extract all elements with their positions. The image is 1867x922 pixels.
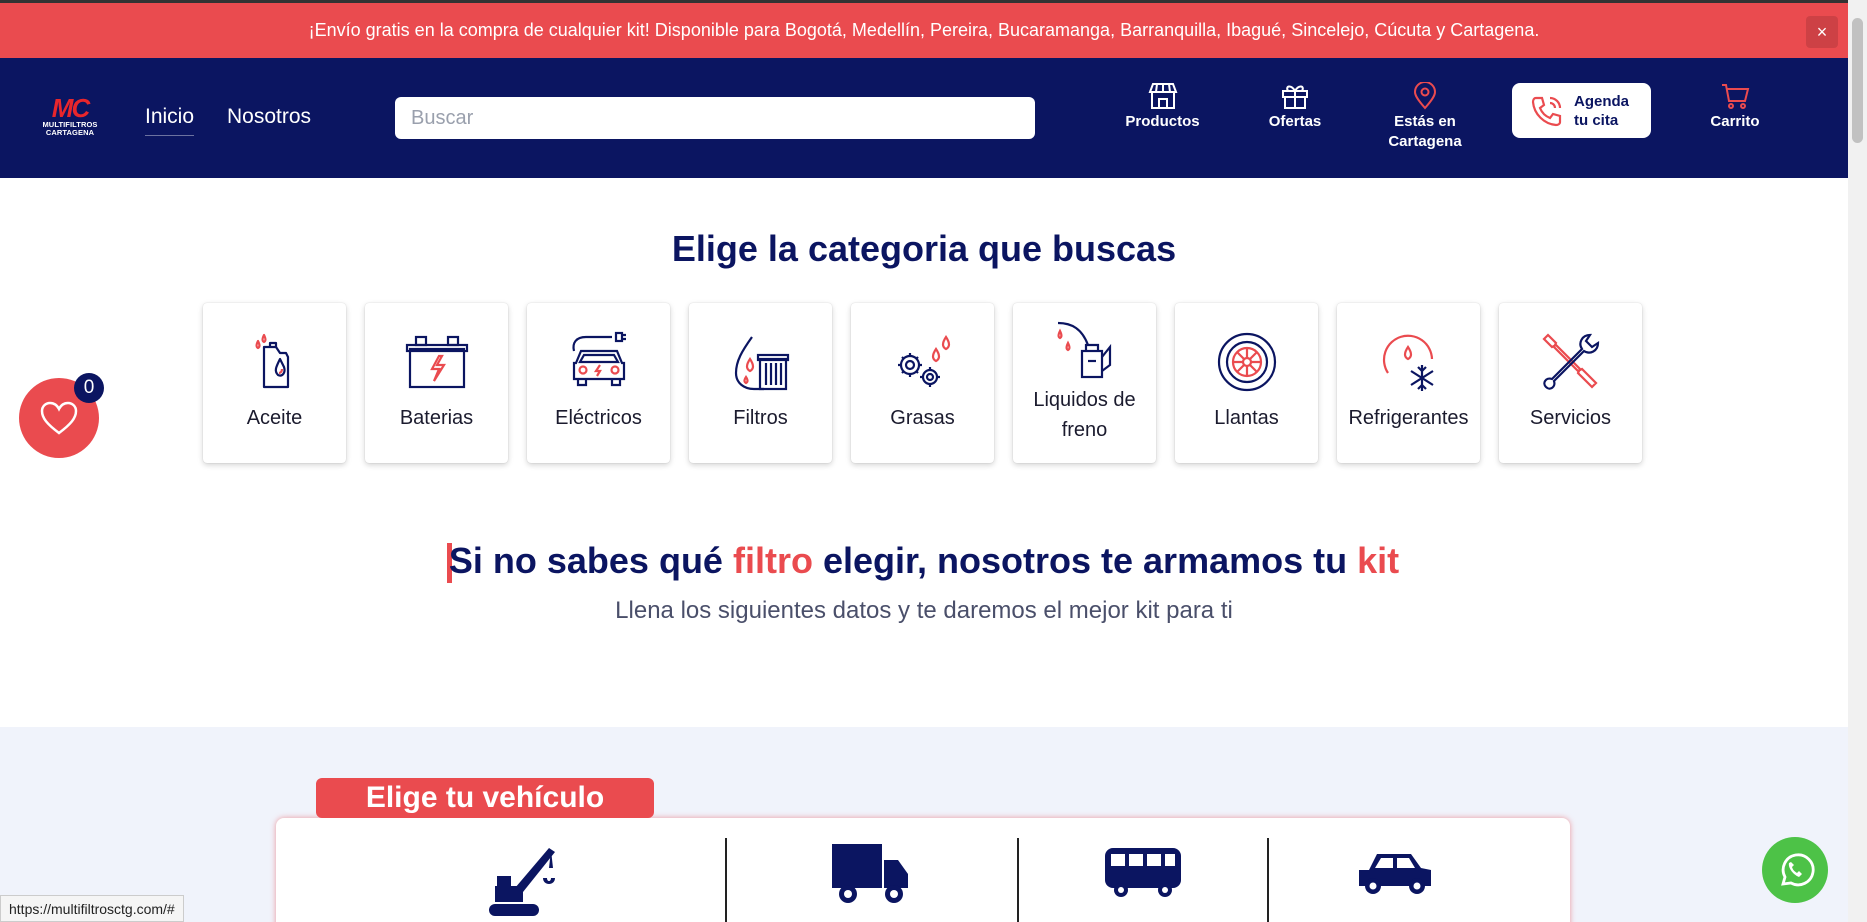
category-aceite[interactable]: Aceite <box>203 303 346 463</box>
vehicle-divider <box>725 838 727 922</box>
vehicle-tab-label: Elige tu vehículo <box>316 778 654 818</box>
categories-grid: Aceite Baterias Eléctricos Filtros Grasa… <box>203 303 1642 463</box>
battery-icon <box>405 335 468 389</box>
productos-label: Productos <box>1125 113 1200 130</box>
carrito-button[interactable]: Carrito <box>1695 82 1775 132</box>
scrollbar[interactable] <box>1848 0 1867 922</box>
scrollbar-thumb[interactable] <box>1852 18 1863 143</box>
kit-title-part1: Si no sabes qué <box>448 540 733 581</box>
category-liquidos-freno[interactable]: Liquidos de freno <box>1013 303 1156 463</box>
category-refrigerantes[interactable]: Refrigerantes <box>1337 303 1480 463</box>
productos-button[interactable]: Productos <box>1120 82 1205 132</box>
filter-icon <box>734 336 789 391</box>
category-label: Baterias <box>399 407 474 429</box>
bus-icon <box>1105 848 1181 897</box>
ofertas-label: Ofertas <box>1268 113 1322 130</box>
cita-line2: tu cita <box>1574 111 1619 129</box>
kit-title-filtro: filtro <box>732 540 813 581</box>
store-icon <box>1148 83 1177 109</box>
category-label: Filtros <box>733 407 788 429</box>
car-icon <box>1359 854 1431 894</box>
cart-icon <box>1722 84 1750 109</box>
location-line1: Estás en <box>1394 113 1456 130</box>
status-url-bar: https://multifiltrosctg.com/# <box>0 895 184 922</box>
category-servicios[interactable]: Servicios <box>1499 303 1642 463</box>
category-label: Grasas <box>890 407 955 429</box>
category-label: Servicios <box>1529 407 1612 429</box>
whatsapp-button[interactable] <box>1762 837 1828 903</box>
oil-can-icon <box>1056 321 1111 379</box>
favorites-count-badge: 0 <box>74 373 104 403</box>
location-line2: Cartagena <box>1388 133 1462 150</box>
heart-icon <box>40 401 78 435</box>
agenda-cita-button[interactable]: Agenda tu cita <box>1512 83 1651 138</box>
carrito-label: Carrito <box>1710 113 1760 130</box>
logo[interactable]: MC MULTIFILTROS CARTAGENA <box>40 95 100 147</box>
phone-icon <box>1531 96 1562 126</box>
category-baterias[interactable]: Baterias <box>365 303 508 463</box>
category-electricos[interactable]: Eléctricos <box>527 303 670 463</box>
gears-icon <box>897 335 950 387</box>
truck-icon <box>832 844 908 903</box>
category-llantas[interactable]: Llantas <box>1175 303 1318 463</box>
vehicle-option-machinery[interactable] <box>485 838 565 922</box>
category-label: Aceite <box>246 407 303 429</box>
search-input[interactable] <box>395 97 1035 139</box>
promo-text: ¡Envío gratis en la compra de cualquier … <box>308 20 1540 40</box>
location-button[interactable]: Estás en Cartagena <box>1380 82 1470 152</box>
gift-icon <box>1282 85 1308 109</box>
site-header: MC MULTIFILTROS CARTAGENA Inicio Nosotro… <box>0 58 1848 178</box>
nav-inicio[interactable]: Inicio <box>145 105 195 136</box>
categories-title: Elige la categoria que buscas <box>671 228 1177 269</box>
category-label: Llantas <box>1214 407 1279 429</box>
location-pin-icon <box>1413 82 1437 110</box>
category-label: Liquidos de freno <box>1033 389 1136 441</box>
nav-nosotros[interactable]: Nosotros <box>227 105 311 135</box>
logo-mark: MC <box>51 93 90 123</box>
category-label: Eléctricos <box>555 407 642 429</box>
vehicle-divider <box>1267 838 1269 922</box>
electric-car-icon <box>571 331 626 387</box>
tire-icon <box>1217 332 1276 392</box>
logo-line2: CARTAGENA <box>45 128 95 137</box>
coolant-icon <box>1382 334 1434 391</box>
kit-title: Si no sabes qué filtro elegir, nosotros … <box>0 540 1848 582</box>
ofertas-button[interactable]: Ofertas <box>1255 82 1335 132</box>
oil-bottle-icon <box>254 333 289 389</box>
vehicle-option-bus[interactable] <box>1103 846 1183 903</box>
category-label: Refrigerantes <box>1348 407 1469 429</box>
category-filtros[interactable]: Filtros <box>689 303 832 463</box>
tools-icon <box>1541 333 1599 390</box>
crane-icon <box>489 848 555 916</box>
kit-title-kit: kit <box>1357 540 1400 581</box>
vehicle-divider <box>1017 838 1019 922</box>
vehicle-option-truck[interactable] <box>830 838 910 913</box>
category-grasas[interactable]: Grasas <box>851 303 994 463</box>
cita-line1: Agenda <box>1574 92 1630 110</box>
promo-banner: ¡Envío gratis en la compra de cualquier … <box>0 0 1848 58</box>
kit-subtitle: Llena los siguientes datos y te daremos … <box>615 597 1233 624</box>
kit-title-part3: elegir, nosotros te armamos tu <box>812 540 1358 581</box>
vehicle-option-car[interactable] <box>1355 848 1435 903</box>
close-icon[interactable]: × <box>1806 16 1838 48</box>
whatsapp-icon <box>1781 853 1815 887</box>
